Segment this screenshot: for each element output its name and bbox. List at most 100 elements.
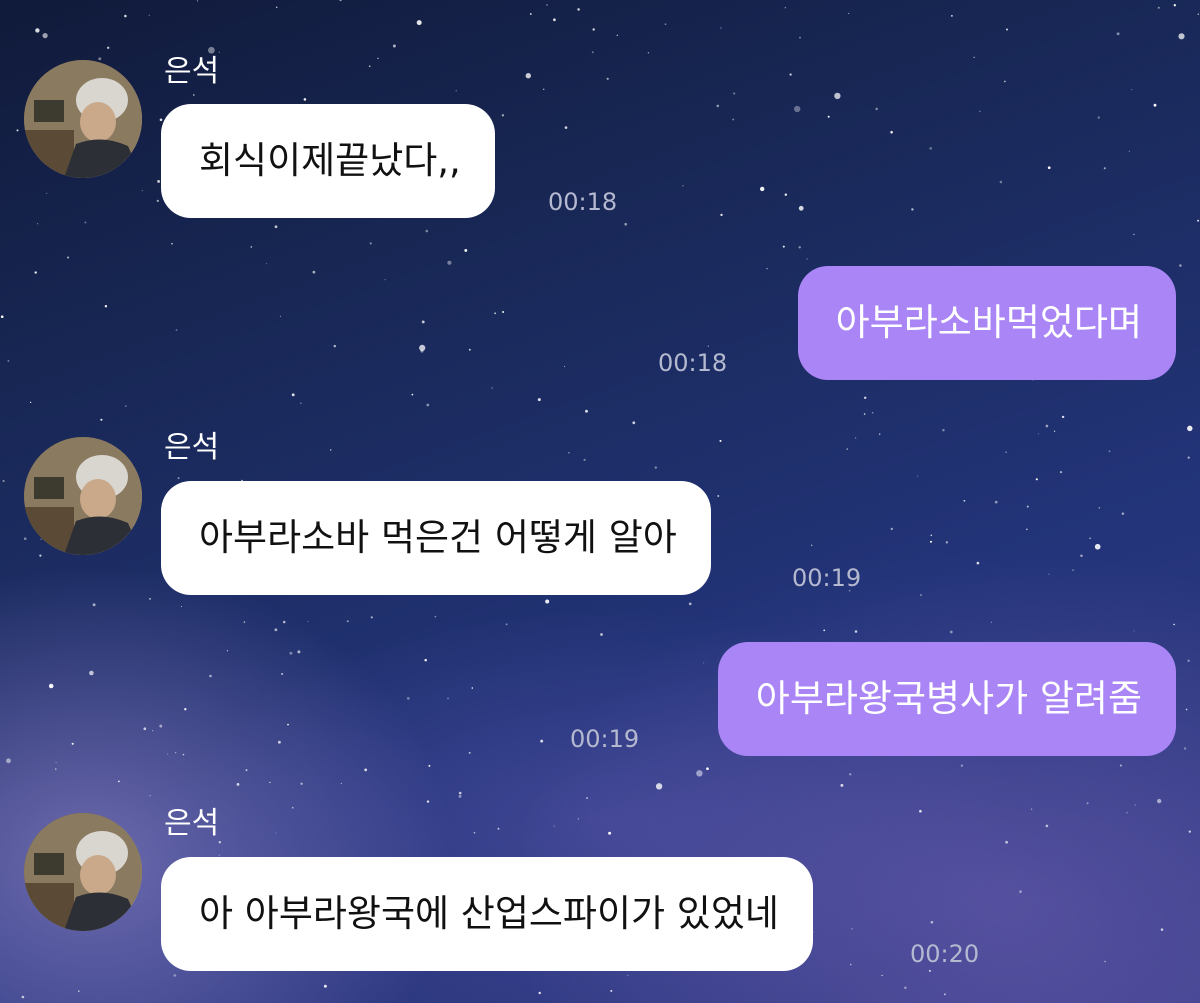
sender-name: 은석 [164,806,220,841]
star [1098,507,1101,509]
star [942,428,945,432]
star [1187,425,1193,432]
star [89,670,94,676]
incoming-message-bubble[interactable]: 아부라소바 먹은건 어떻게 알아 [161,481,711,595]
star [849,963,852,966]
avatar[interactable] [24,437,142,555]
star [1178,33,1185,40]
star [929,540,933,543]
star [950,14,953,17]
star [1047,166,1051,170]
star [218,51,220,53]
sender-name: 은석 [164,54,220,89]
avatar[interactable] [24,60,142,178]
star [568,452,570,454]
message-timestamp: 00:19 [792,564,862,592]
star [274,225,278,229]
outgoing-message-bubble[interactable]: 아부라소바먹었다며 [797,266,1176,380]
star [1134,804,1136,806]
star [733,92,736,95]
star [67,256,70,259]
star [245,769,248,772]
incoming-message-bubble[interactable]: 회식이제끝났다,, [161,104,495,218]
star [945,541,949,544]
message-timestamp: 00:18 [658,349,728,377]
star [340,783,342,785]
star [542,88,545,91]
star [291,806,294,809]
star [979,110,981,112]
star [732,118,735,121]
star [703,662,705,664]
star [291,393,295,397]
star [863,413,866,415]
star [426,403,430,407]
star [1187,659,1190,662]
star [1103,167,1106,170]
star [545,599,550,604]
star [1094,543,1101,550]
star [323,984,327,988]
star [421,320,425,324]
star [1131,89,1133,91]
star [851,928,853,930]
incoming-message-bubble[interactable]: 아 아부라왕국에 산업스파이가 있었네 [161,857,813,971]
star [810,544,813,546]
star [368,65,371,68]
avatar[interactable] [24,813,142,931]
star [529,13,532,15]
star [794,105,801,113]
star [784,193,788,196]
star [525,73,531,79]
star [546,4,548,6]
star [426,800,430,803]
star [1157,6,1160,9]
star [2,479,5,483]
star [92,603,96,607]
star [277,740,281,744]
star [300,782,303,785]
star [577,818,579,820]
star [458,791,462,795]
star [664,23,667,26]
star [269,781,271,784]
star [384,279,386,281]
star [1004,80,1006,83]
star [494,312,497,315]
star [949,630,953,634]
star [976,561,980,565]
star [766,268,768,270]
star [928,969,931,972]
star [720,27,722,29]
star [124,405,127,407]
outgoing-message-bubble[interactable]: 아부라왕국병사가 알려줌 [717,642,1176,756]
star [1108,450,1111,453]
star [707,345,709,347]
star [577,8,580,11]
star [563,365,566,368]
star [632,421,636,425]
star [930,920,934,924]
star [48,683,54,689]
star [784,7,786,9]
star [973,56,975,59]
star [1157,798,1162,804]
star [840,783,844,787]
star [167,753,169,755]
star [1179,264,1182,267]
star [1160,928,1164,931]
message-timestamp: 00:20 [910,940,980,968]
star [647,52,650,54]
star [616,34,618,36]
star [184,708,187,711]
star [696,770,703,777]
star [1089,537,1091,540]
star [919,809,922,813]
star [1026,528,1028,530]
star [1121,512,1125,515]
star [606,77,609,80]
star [419,344,426,351]
star [1086,802,1089,805]
star [682,185,684,187]
star [175,752,177,754]
